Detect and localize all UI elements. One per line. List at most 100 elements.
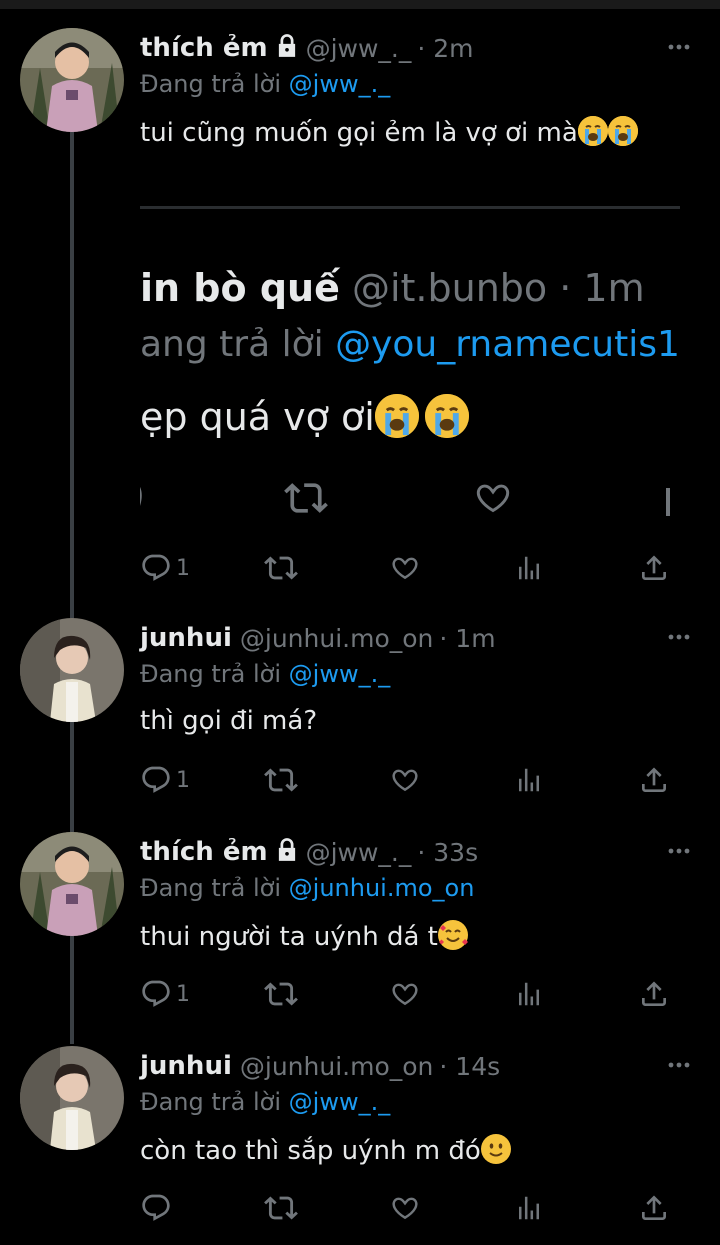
like-button[interactable] <box>388 974 422 1014</box>
display-name[interactable]: junhui <box>140 1051 232 1081</box>
quoted-tweet-text: ẹp quá vợ ơi <box>140 394 469 439</box>
analytics-icon <box>519 1196 539 1220</box>
share-button[interactable] <box>638 1188 670 1228</box>
quoted-retweet-icon[interactable] <box>280 478 332 518</box>
avatar[interactable] <box>20 832 124 936</box>
timestamp[interactable]: · 1m <box>439 624 495 653</box>
share-icon <box>642 555 666 580</box>
views-button[interactable] <box>514 548 544 588</box>
heart-icon <box>392 1197 418 1220</box>
tweet-text: thui người ta uýnh dá t <box>140 920 468 952</box>
views-button[interactable] <box>514 974 544 1014</box>
top-divider <box>0 0 720 9</box>
display-name[interactable]: junhui <box>140 623 232 653</box>
more-options-icon[interactable] <box>666 34 692 64</box>
like-button[interactable] <box>388 548 422 588</box>
quoted-replying-to: ang trả lời @you_rnamecutis1 <box>140 324 680 365</box>
tweet-header: junhui @junhui.mo_on · 1m <box>140 618 496 658</box>
mention-link[interactable]: @jww_._ <box>289 660 391 688</box>
quoted-reply-icon[interactable] <box>140 478 152 518</box>
tweet-header: junhui @junhui.mo_on · 14s <box>140 1046 500 1086</box>
more-options-icon[interactable] <box>666 624 692 654</box>
lock-icon <box>274 33 300 63</box>
tweet-header: thích ẻm @jww_._ · 33s <box>140 832 478 872</box>
mention-link[interactable]: @jww_._ <box>289 70 391 98</box>
share-button[interactable] <box>638 548 670 588</box>
quoted-like-icon[interactable] <box>470 478 516 518</box>
reply-button[interactable]: 1 <box>140 548 190 588</box>
lock-icon <box>274 837 300 867</box>
share-button[interactable] <box>638 974 670 1014</box>
reply-button[interactable] <box>140 1188 176 1228</box>
tweet-header: thích ẻm @jww_._ · 2m <box>140 28 474 68</box>
reply-icon <box>142 980 170 1007</box>
like-button[interactable] <box>388 1188 422 1228</box>
share-icon <box>642 767 666 792</box>
timestamp[interactable]: · 14s <box>439 1052 500 1081</box>
like-button[interactable] <box>388 760 422 800</box>
views-button[interactable] <box>514 760 544 800</box>
tweet[interactable]: thích ẻm @jww_._ · 33s Đang trả lời @jun… <box>0 832 720 1032</box>
avatar[interactable] <box>20 1046 124 1150</box>
quoted-tweet-header: in bò quế @it.bunbo · 1m <box>140 266 645 310</box>
quoted-replying-to-label: ang trả lời <box>140 324 324 365</box>
quoted-mention-link[interactable]: @you_rnamecutis1 <box>335 324 680 365</box>
loudly-crying-face-icon <box>374 394 419 438</box>
quoted-user-handle[interactable]: @it.bunbo <box>352 266 547 310</box>
replying-to: Đang trả lời @jww_._ <box>140 660 390 688</box>
avatar[interactable] <box>20 618 124 722</box>
tweet[interactable]: thích ẻm @jww_._ · 2m Đang trả lời @jww_… <box>0 28 720 598</box>
reply-count: 1 <box>176 767 190 793</box>
display-name[interactable]: thích ẻm <box>140 33 268 63</box>
quoted-views-icon[interactable] <box>662 478 674 518</box>
reply-button[interactable]: 1 <box>140 974 190 1014</box>
more-options-icon[interactable] <box>666 838 692 868</box>
tweet-text-content: còn tao thì sắp uýnh m đó <box>140 1136 481 1166</box>
mention-link[interactable]: @junhui.mo_on <box>289 874 475 902</box>
reply-icon <box>142 1194 170 1221</box>
action-bar: 1 <box>140 548 690 588</box>
retweet-button[interactable] <box>264 1188 298 1228</box>
retweet-button[interactable] <box>264 974 298 1014</box>
more-options-icon[interactable] <box>666 1052 692 1082</box>
retweet-button[interactable] <box>264 760 298 800</box>
loudly-crying-face-icon <box>424 394 469 438</box>
retweet-button[interactable] <box>264 548 298 588</box>
share-button[interactable] <box>638 760 670 800</box>
tweet[interactable]: junhui @junhui.mo_on · 1m Đang trả lời @… <box>0 618 720 818</box>
share-icon <box>642 981 666 1006</box>
heart-icon <box>392 557 418 580</box>
user-handle[interactable]: @jww_._ <box>306 34 412 63</box>
quote-divider <box>140 206 680 209</box>
replying-to: Đang trả lời @jww_._ <box>140 70 390 98</box>
tweet[interactable]: junhui @junhui.mo_on · 14s Đang trả lời … <box>0 1046 720 1245</box>
quoted-tweet[interactable]: in bò quế @it.bunbo · 1m ang trả lời @yo… <box>140 206 680 536</box>
quoted-display-name[interactable]: in bò quế <box>140 266 340 310</box>
avatar[interactable] <box>20 28 124 132</box>
heart-icon <box>392 983 418 1006</box>
analytics-icon <box>519 556 539 580</box>
reply-icon <box>142 554 170 581</box>
analytics-icon <box>519 768 539 792</box>
user-handle[interactable]: @jww_._ <box>306 838 412 867</box>
user-handle[interactable]: @junhui.mo_on <box>240 624 434 653</box>
action-bar <box>140 1188 690 1228</box>
retweet-icon <box>264 1196 298 1220</box>
mention-link[interactable]: @jww_._ <box>289 1088 391 1116</box>
user-handle[interactable]: @junhui.mo_on <box>240 1052 434 1081</box>
timestamp[interactable]: · 33s <box>417 838 478 867</box>
tweet-text-content: tui cũng muốn gọi ẻm là vợ ơi mà <box>140 118 578 148</box>
views-button[interactable] <box>514 1188 544 1228</box>
timestamp[interactable]: · 2m <box>417 34 473 63</box>
display-name[interactable]: thích ẻm <box>140 837 268 867</box>
tweet-text: còn tao thì sắp uýnh m đó <box>140 1134 511 1166</box>
reply-count: 1 <box>176 981 190 1007</box>
slightly-smiling-face-icon <box>480 1134 511 1164</box>
quoted-timestamp[interactable]: · 1m <box>559 266 644 310</box>
quoted-action-bar <box>140 478 680 528</box>
tweet-text-content: thui người ta uýnh dá t <box>140 922 438 952</box>
tweet-text: tui cũng muốn gọi ẻm là vợ ơi mà <box>140 116 638 148</box>
replying-to: Đang trả lời @jww_._ <box>140 1088 390 1116</box>
reply-icon <box>142 766 170 793</box>
reply-button[interactable]: 1 <box>140 760 190 800</box>
